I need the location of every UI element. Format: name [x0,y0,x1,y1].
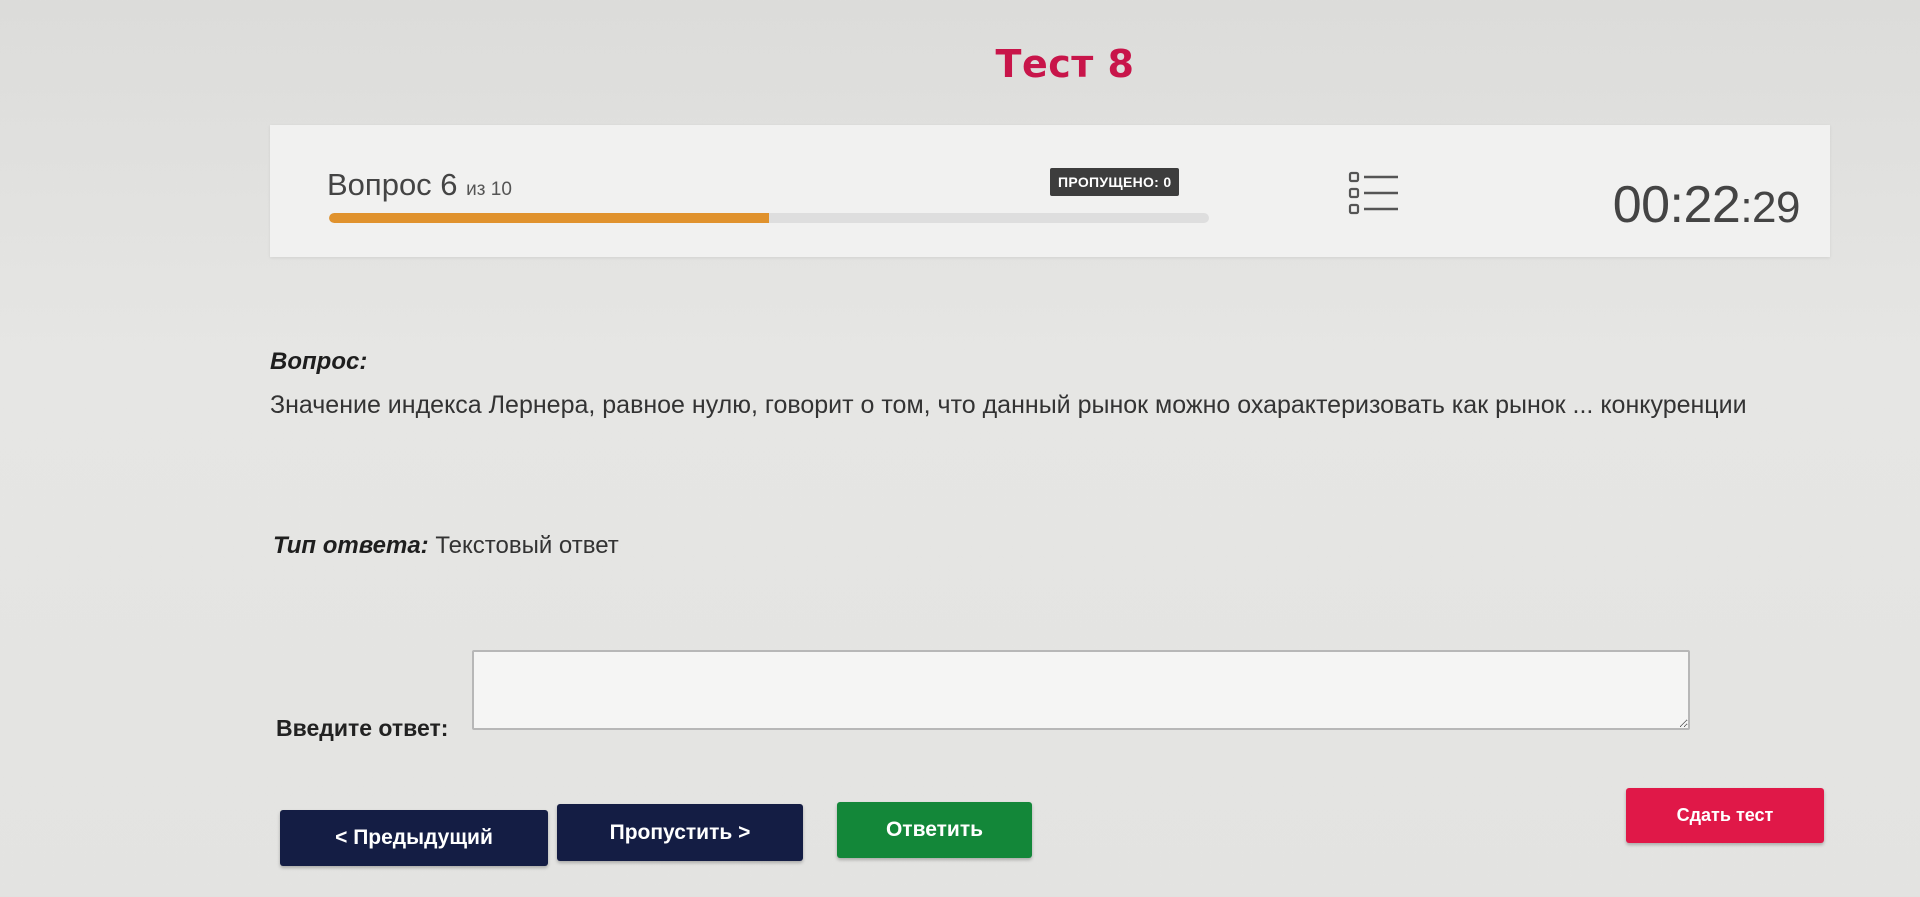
progress-fill [329,213,769,223]
question-list-icon[interactable] [1348,170,1400,216]
question-number: Вопрос 6 [327,167,458,202]
skip-button[interactable]: Пропустить > [557,804,803,861]
answer-type: Тип ответа: Текстовый ответ [273,532,619,560]
skipped-badge: ПРОПУЩЕНО: 0 [1050,168,1180,196]
question-heading: Вопрос: [270,348,368,375]
page-title: Тест 8 [995,42,1135,86]
answer-type-label: Тип ответа: [273,532,429,559]
status-panel: Вопрос 6 из 10 ПРОПУЩЕНО: 0 00:22:29 [270,125,1830,257]
timer: 00:22:29 [1612,175,1801,235]
submit-test-button[interactable]: Сдать тест [1626,788,1824,843]
answer-input[interactable] [472,650,1690,730]
question-text: Значение индекса Лернера, равное нулю, г… [270,391,1747,419]
answer-label: Введите ответ: [276,715,449,741]
answer-type-value: Текстовый ответ [435,532,619,559]
question-total: из 10 [466,179,512,200]
question-counter: Вопрос 6 из 10 [327,167,512,203]
answer-button[interactable]: Ответить [837,802,1032,858]
timer-main: 00:22 [1612,176,1741,234]
previous-button[interactable]: < Предыдущий [280,810,548,866]
progress-bar [329,213,1209,223]
timer-seconds: :29 [1740,183,1800,232]
